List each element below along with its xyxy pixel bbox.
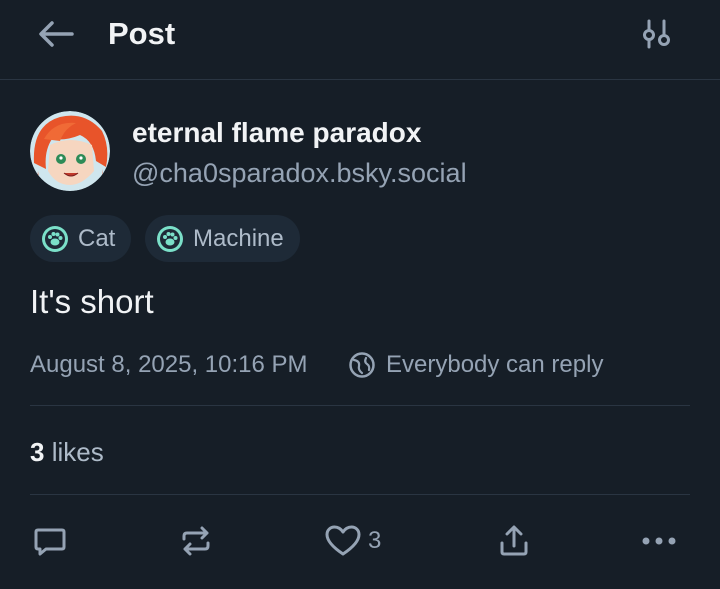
label-chip-text: Machine xyxy=(193,224,284,252)
repost-icon xyxy=(182,526,210,556)
label-chip-cat[interactable]: Cat xyxy=(30,215,132,262)
reply-setting-text: Everybody can reply xyxy=(386,351,604,378)
likes-count: 3 xyxy=(30,437,45,467)
label-chip-text: Cat xyxy=(78,224,116,252)
repost-button[interactable] xyxy=(178,518,214,564)
heart-icon xyxy=(325,525,361,556)
arrow-left-icon xyxy=(39,21,74,47)
more-icon xyxy=(642,537,676,545)
divider xyxy=(30,405,690,406)
comment-icon xyxy=(34,528,66,556)
globe-icon xyxy=(348,351,376,379)
back-button[interactable] xyxy=(34,14,78,54)
like-button[interactable]: 3 xyxy=(324,518,381,564)
avatar[interactable] xyxy=(30,111,110,191)
sliders-icon xyxy=(643,19,670,49)
top-bar: Post xyxy=(0,0,720,80)
share-button[interactable] xyxy=(496,518,532,564)
reply-setting-button[interactable]: Everybody can reply xyxy=(348,348,603,382)
share-icon xyxy=(500,525,528,556)
author-handle[interactable]: @cha0sparadox.bsky.social xyxy=(132,154,467,192)
post-timestamp: August 8, 2025, 10:16 PM xyxy=(30,351,308,378)
page-title: Post xyxy=(108,16,176,51)
reply-button[interactable] xyxy=(32,518,68,564)
like-count: 3 xyxy=(368,527,382,554)
paw-icon xyxy=(155,224,185,254)
avatar-image xyxy=(30,111,110,191)
likes-summary[interactable]: 3 likes xyxy=(30,434,104,470)
more-options-button[interactable] xyxy=(638,518,680,564)
likes-label: likes xyxy=(51,437,104,467)
thread-settings-button[interactable] xyxy=(634,12,680,56)
post-text: It's short xyxy=(30,283,154,320)
author-display-name[interactable]: eternal flame paradox xyxy=(132,114,421,152)
paw-icon xyxy=(40,224,70,254)
divider xyxy=(30,494,690,495)
label-chip-machine[interactable]: Machine xyxy=(145,215,300,262)
